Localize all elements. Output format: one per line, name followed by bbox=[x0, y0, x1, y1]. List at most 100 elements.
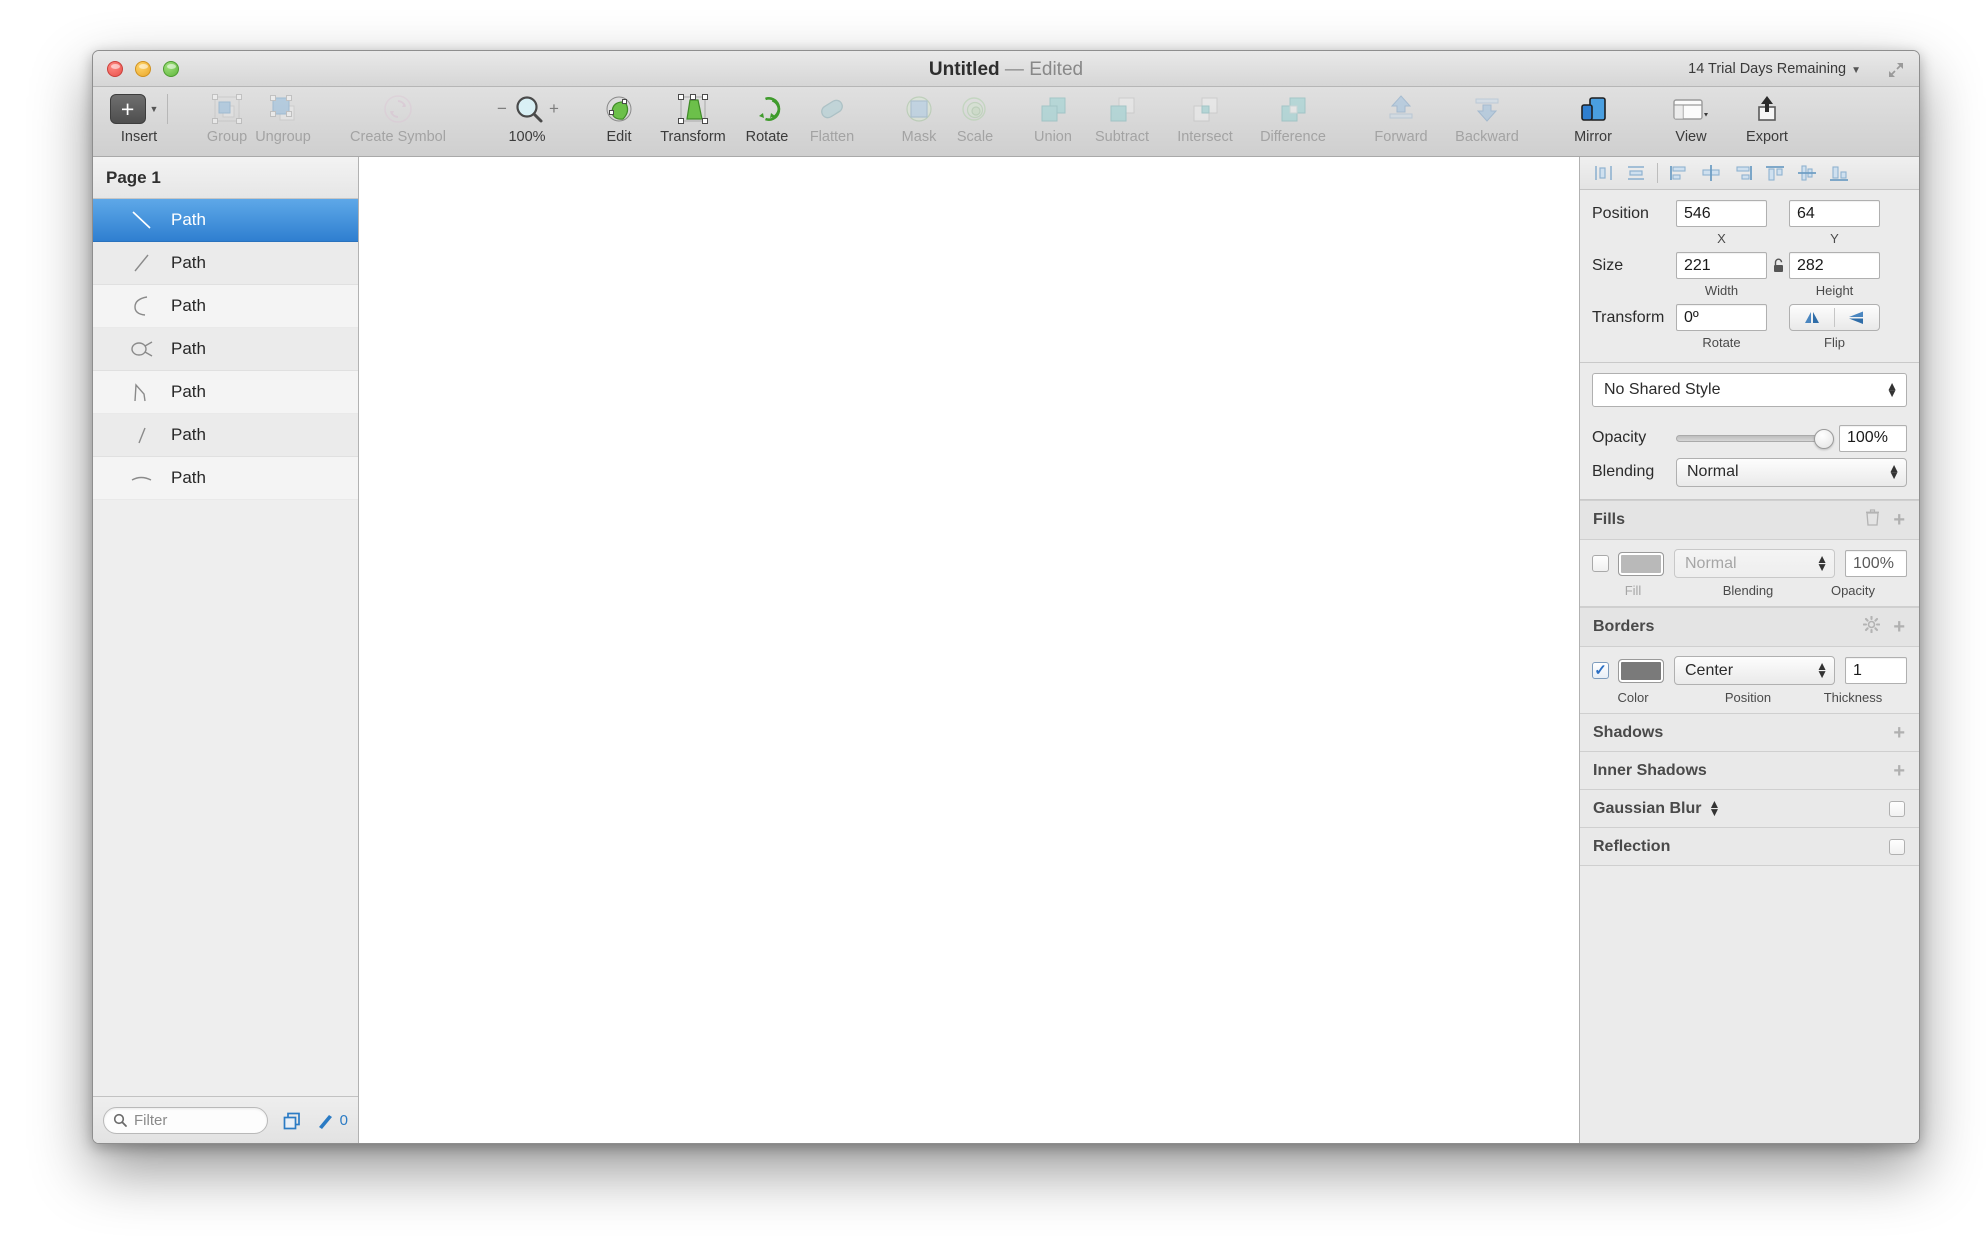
trial-days-menu[interactable]: 14 Trial Days Remaining▼ bbox=[1688, 61, 1861, 77]
layer-row-6[interactable]: Path bbox=[93, 457, 358, 500]
position-y-input[interactable]: 64 bbox=[1789, 200, 1880, 227]
duplicate-layers-icon[interactable] bbox=[282, 1111, 302, 1131]
shared-style-dropdown[interactable]: No Shared Style ▲▼ bbox=[1592, 373, 1907, 407]
align-left-icon[interactable] bbox=[1663, 160, 1695, 186]
toolbar-label-ungroup: Ungroup bbox=[255, 129, 311, 145]
toolbar-item-backward[interactable]: Backward bbox=[1441, 87, 1533, 155]
reflection-section-header: Reflection bbox=[1580, 828, 1919, 866]
add-fill-icon[interactable]: + bbox=[1893, 510, 1905, 530]
reflection-checkbox[interactable] bbox=[1889, 839, 1905, 855]
fills-section-header: Fills + bbox=[1580, 500, 1919, 540]
border-enabled-checkbox[interactable] bbox=[1592, 662, 1609, 679]
toolbar-item-subtract[interactable]: Subtract bbox=[1081, 87, 1163, 155]
chevron-down-icon: ▼ bbox=[150, 104, 159, 114]
lock-aspect-ratio-icon[interactable] bbox=[1767, 258, 1789, 273]
slice-count: 0 bbox=[340, 1112, 348, 1129]
fill-opacity-input[interactable]: 100% bbox=[1845, 550, 1907, 577]
layer-row-1[interactable]: Path bbox=[93, 242, 358, 285]
fill-sublabel: Fill bbox=[1592, 583, 1674, 598]
align-right-icon[interactable] bbox=[1727, 160, 1759, 186]
width-input[interactable]: 221 bbox=[1676, 252, 1767, 279]
layer-row-3[interactable]: Path bbox=[93, 328, 358, 371]
color-sublabel: Color bbox=[1592, 690, 1674, 705]
document-name: Untitled bbox=[929, 59, 1000, 80]
layer-row-2[interactable]: Path bbox=[93, 285, 358, 328]
toolbar-item-transform[interactable]: Transform bbox=[647, 87, 739, 155]
toolbar-item-create-symbol[interactable]: Create Symbol bbox=[333, 87, 463, 155]
toolbar-item-mask[interactable]: Mask bbox=[891, 87, 947, 155]
toolbar-label-difference: Difference bbox=[1260, 129, 1326, 145]
align-middle-icon[interactable] bbox=[1791, 160, 1823, 186]
layer-name: Path bbox=[171, 382, 206, 402]
reflection-title: Reflection bbox=[1593, 838, 1670, 856]
inner-shadows-title: Inner Shadows bbox=[1593, 762, 1707, 780]
search-icon bbox=[113, 1113, 128, 1128]
toolbar-item-scale[interactable]: Scale bbox=[947, 87, 1003, 155]
toolbar-label-backward: Backward bbox=[1455, 129, 1519, 145]
difference-icon bbox=[1277, 92, 1309, 126]
toolbar-item-zoom[interactable]: − + 100% bbox=[485, 87, 569, 155]
position-x-input[interactable]: 546 bbox=[1676, 200, 1767, 227]
toolbar-item-view[interactable]: View bbox=[1653, 87, 1729, 155]
opacity-slider[interactable] bbox=[1676, 435, 1827, 442]
border-color-swatch[interactable] bbox=[1618, 659, 1664, 683]
scale-icon bbox=[959, 92, 991, 126]
rotate-input[interactable]: 0º bbox=[1676, 304, 1767, 331]
toolbar-item-union[interactable]: Union bbox=[1025, 87, 1081, 155]
align-bottom-icon[interactable] bbox=[1823, 160, 1855, 186]
add-inner-shadow-icon[interactable]: + bbox=[1893, 761, 1905, 781]
align-top-icon[interactable] bbox=[1759, 160, 1791, 186]
slice-tool-icon[interactable]: 0 bbox=[316, 1111, 348, 1131]
layer-row-4[interactable]: Path bbox=[93, 371, 358, 414]
gear-icon[interactable] bbox=[1863, 616, 1880, 638]
border-position-dropdown[interactable]: Center ▲▼ bbox=[1674, 656, 1835, 685]
design-canvas[interactable] bbox=[359, 157, 1579, 1144]
title-separator: — bbox=[1005, 59, 1024, 80]
ungroup-icon bbox=[266, 92, 300, 126]
toolbar-label-insert: Insert bbox=[121, 129, 157, 145]
add-shadow-icon[interactable]: + bbox=[1893, 723, 1905, 743]
backward-icon bbox=[1471, 92, 1503, 126]
flip-horizontal-icon[interactable] bbox=[1790, 305, 1834, 330]
toolbar-item-forward[interactable]: Forward bbox=[1361, 87, 1441, 155]
inspector-empty-area bbox=[1580, 866, 1919, 1144]
height-input[interactable]: 282 bbox=[1789, 252, 1880, 279]
toolbar-item-group[interactable]: Group bbox=[199, 87, 255, 155]
size-sublabels: Width Height bbox=[1592, 283, 1907, 298]
distribute-vertically-icon[interactable] bbox=[1620, 160, 1652, 186]
search-input[interactable]: Filter bbox=[103, 1107, 268, 1134]
add-border-icon[interactable]: + bbox=[1893, 617, 1905, 637]
delete-fill-icon[interactable] bbox=[1865, 509, 1880, 531]
toolbar-item-intersect[interactable]: Intersect bbox=[1163, 87, 1247, 155]
fill-enabled-checkbox[interactable] bbox=[1592, 555, 1609, 572]
fill-sublabels: Fill Blending Opacity bbox=[1592, 583, 1907, 598]
border-thickness-input[interactable]: 1 bbox=[1845, 657, 1907, 684]
distribute-horizontally-icon[interactable] bbox=[1588, 160, 1620, 186]
fill-color-swatch[interactable] bbox=[1618, 552, 1664, 576]
toolbar-item-export[interactable]: Export bbox=[1729, 87, 1805, 155]
blending-dropdown[interactable]: Normal ▲▼ bbox=[1676, 458, 1907, 487]
x-sublabel: X bbox=[1676, 231, 1767, 246]
toolbar-item-flatten[interactable]: Flatten bbox=[795, 87, 869, 155]
page-header[interactable]: Page 1 bbox=[93, 157, 358, 199]
layer-row-5[interactable]: Path bbox=[93, 414, 358, 457]
gaussian-blur-checkbox[interactable] bbox=[1889, 801, 1905, 817]
layer-row-0[interactable]: Path bbox=[93, 199, 358, 242]
opacity-input[interactable]: 100% bbox=[1839, 425, 1907, 452]
toolbar-item-insert[interactable]: + ▼ Insert bbox=[101, 87, 177, 155]
toolbar-item-mirror[interactable]: Mirror bbox=[1555, 87, 1631, 155]
blur-type-stepper-icon[interactable]: ▲▼ bbox=[1708, 801, 1720, 816]
height-sublabel: Height bbox=[1789, 283, 1880, 298]
align-center-icon[interactable] bbox=[1695, 160, 1727, 186]
fill-blending-dropdown[interactable]: Normal ▲▼ bbox=[1674, 549, 1835, 578]
toolbar-item-difference[interactable]: Difference bbox=[1247, 87, 1339, 155]
layer-name: Path bbox=[171, 296, 206, 316]
toolbar-item-rotate[interactable]: Rotate bbox=[739, 87, 795, 155]
toolbar-item-ungroup[interactable]: Ungroup bbox=[255, 87, 311, 155]
layer-list: Path Path Path bbox=[93, 199, 358, 1096]
flip-vertical-icon[interactable] bbox=[1835, 305, 1879, 330]
slider-knob[interactable] bbox=[1814, 429, 1834, 449]
fullscreen-icon[interactable] bbox=[1887, 61, 1905, 79]
toolbar-item-edit[interactable]: Edit bbox=[591, 87, 647, 155]
width-sublabel: Width bbox=[1676, 283, 1767, 298]
